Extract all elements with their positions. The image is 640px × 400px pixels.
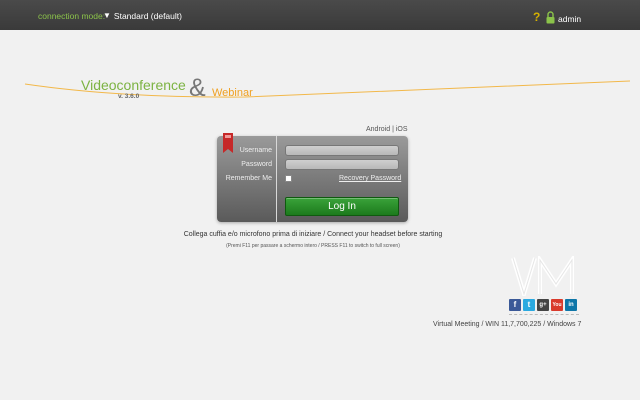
login-panel: Username Password Remember Me Recovery P… (217, 133, 408, 222)
connection-mode-label: connection mode: (38, 11, 106, 21)
twitter-icon[interactable]: t (523, 299, 535, 311)
brand-ampersand: & (189, 74, 206, 102)
password-input[interactable] (285, 159, 399, 170)
social-links: f t g+ You in (509, 299, 577, 311)
panel-divider (276, 136, 277, 222)
facebook-icon[interactable]: f (509, 299, 521, 311)
brand-title-webinar: Webinar (212, 87, 253, 99)
brand-version: v. 3.6.0 (118, 93, 140, 100)
remember-me-label: Remember Me (225, 175, 272, 182)
username-label: Username (239, 147, 272, 154)
vm-logo (511, 256, 574, 296)
dropdown-triangle-icon: ▼ (103, 11, 111, 20)
linkedin-icon[interactable]: in (565, 299, 577, 311)
login-button[interactable]: Log In (285, 197, 399, 216)
platform-separator: | (392, 126, 394, 133)
platform-links: Android | iOS (366, 126, 408, 133)
question-icon[interactable]: ? (533, 11, 540, 23)
fullscreen-message: (Premi F11 per passare a schermo intero … (226, 243, 400, 249)
password-label: Password (241, 161, 272, 168)
connection-mode-select[interactable]: ▼ Standard (default) (103, 9, 182, 22)
user-name[interactable]: admin (558, 14, 581, 24)
youtube-icon[interactable]: You (551, 299, 563, 311)
top-bar: connection mode: ▼ Standard (default) ? … (0, 0, 640, 30)
android-link[interactable]: Android (366, 126, 390, 133)
remember-me-checkbox[interactable] (285, 175, 292, 182)
brand-title-videoconference: Videoconference (81, 77, 186, 93)
google-plus-icon[interactable]: g+ (537, 299, 549, 311)
lock-icon[interactable] (546, 11, 555, 24)
headset-message: Collega cuffia e/o microfono prima di in… (183, 231, 443, 238)
social-divider (509, 314, 579, 315)
version-info: Virtual Meeting / WIN 11,7,700,225 / Win… (433, 321, 582, 328)
recovery-password-link[interactable]: Recovery Password (339, 175, 401, 182)
connection-mode-value: Standard (default) (113, 10, 182, 21)
username-input[interactable] (285, 145, 399, 156)
ios-link[interactable]: iOS (396, 126, 408, 133)
